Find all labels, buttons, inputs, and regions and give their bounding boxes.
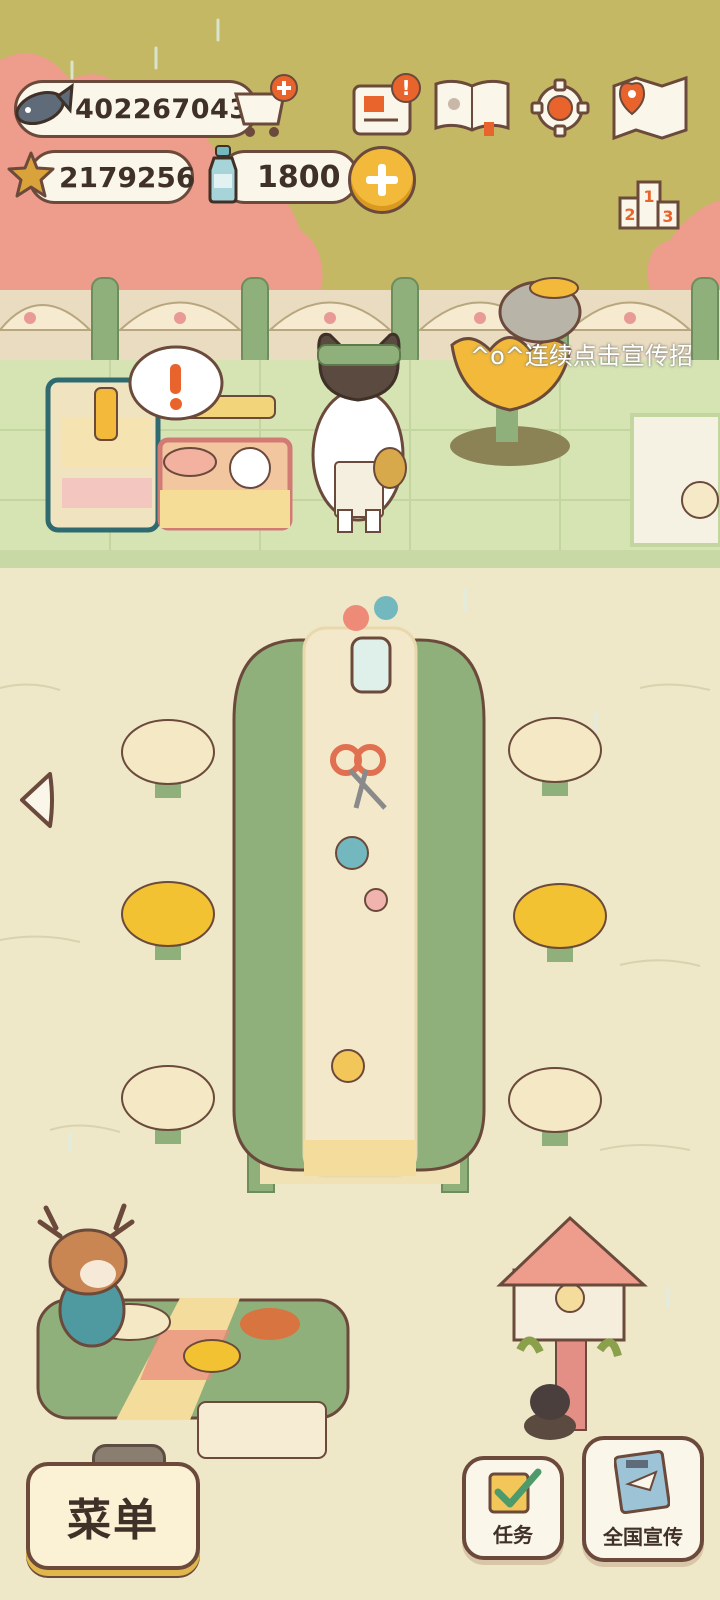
tasks-button[interactable]: 任务: [462, 1456, 564, 1560]
podium-first-digit: 1: [643, 187, 654, 206]
window-panel: [630, 413, 720, 547]
mail-button[interactable]: !: [352, 72, 422, 138]
flower-vase: [343, 596, 398, 694]
button-yellow: [331, 1049, 365, 1083]
alert-bubble: [128, 345, 224, 421]
settings-gear-button[interactable]: [530, 78, 590, 138]
button-teal: [335, 836, 369, 870]
national-promo-button[interactable]: 全国宣传: [582, 1436, 704, 1562]
promo-hint-text: ^o^连续点击宣传招: [470, 342, 693, 370]
scroll-left-arrow-icon[interactable]: [16, 770, 56, 830]
promo-poster-icon: [614, 1450, 670, 1514]
menu-button-label: 菜单: [67, 1495, 159, 1546]
fish-icon: [15, 82, 74, 126]
podium-third-digit: 3: [662, 207, 673, 226]
menu-button[interactable]: 菜单: [26, 1462, 200, 1570]
svg-text:!: !: [401, 76, 410, 100]
add-milk-button[interactable]: [348, 146, 416, 214]
map-button[interactable]: [610, 74, 690, 140]
catalog-book-button[interactable]: [432, 76, 512, 138]
podium-second-digit: 2: [624, 205, 635, 224]
button-pink: [364, 888, 388, 912]
national-promo-button-label: 全国宣传: [603, 1525, 683, 1549]
birdhouse: [496, 1215, 648, 1440]
checklist-icon: [488, 1468, 542, 1514]
star-icon: [7, 151, 55, 198]
milk-bottle-icon: [208, 145, 238, 204]
game-scene: [0, 0, 720, 1459]
leaderboard-podium-button[interactable]: 2 1 3: [616, 176, 682, 232]
long-table: [232, 626, 486, 1193]
star-count: 2179256: [59, 160, 196, 194]
milk-count: 1800: [257, 159, 341, 195]
shop-cart-button[interactable]: [228, 72, 300, 142]
tasks-button-label: 任务: [493, 1523, 533, 1547]
